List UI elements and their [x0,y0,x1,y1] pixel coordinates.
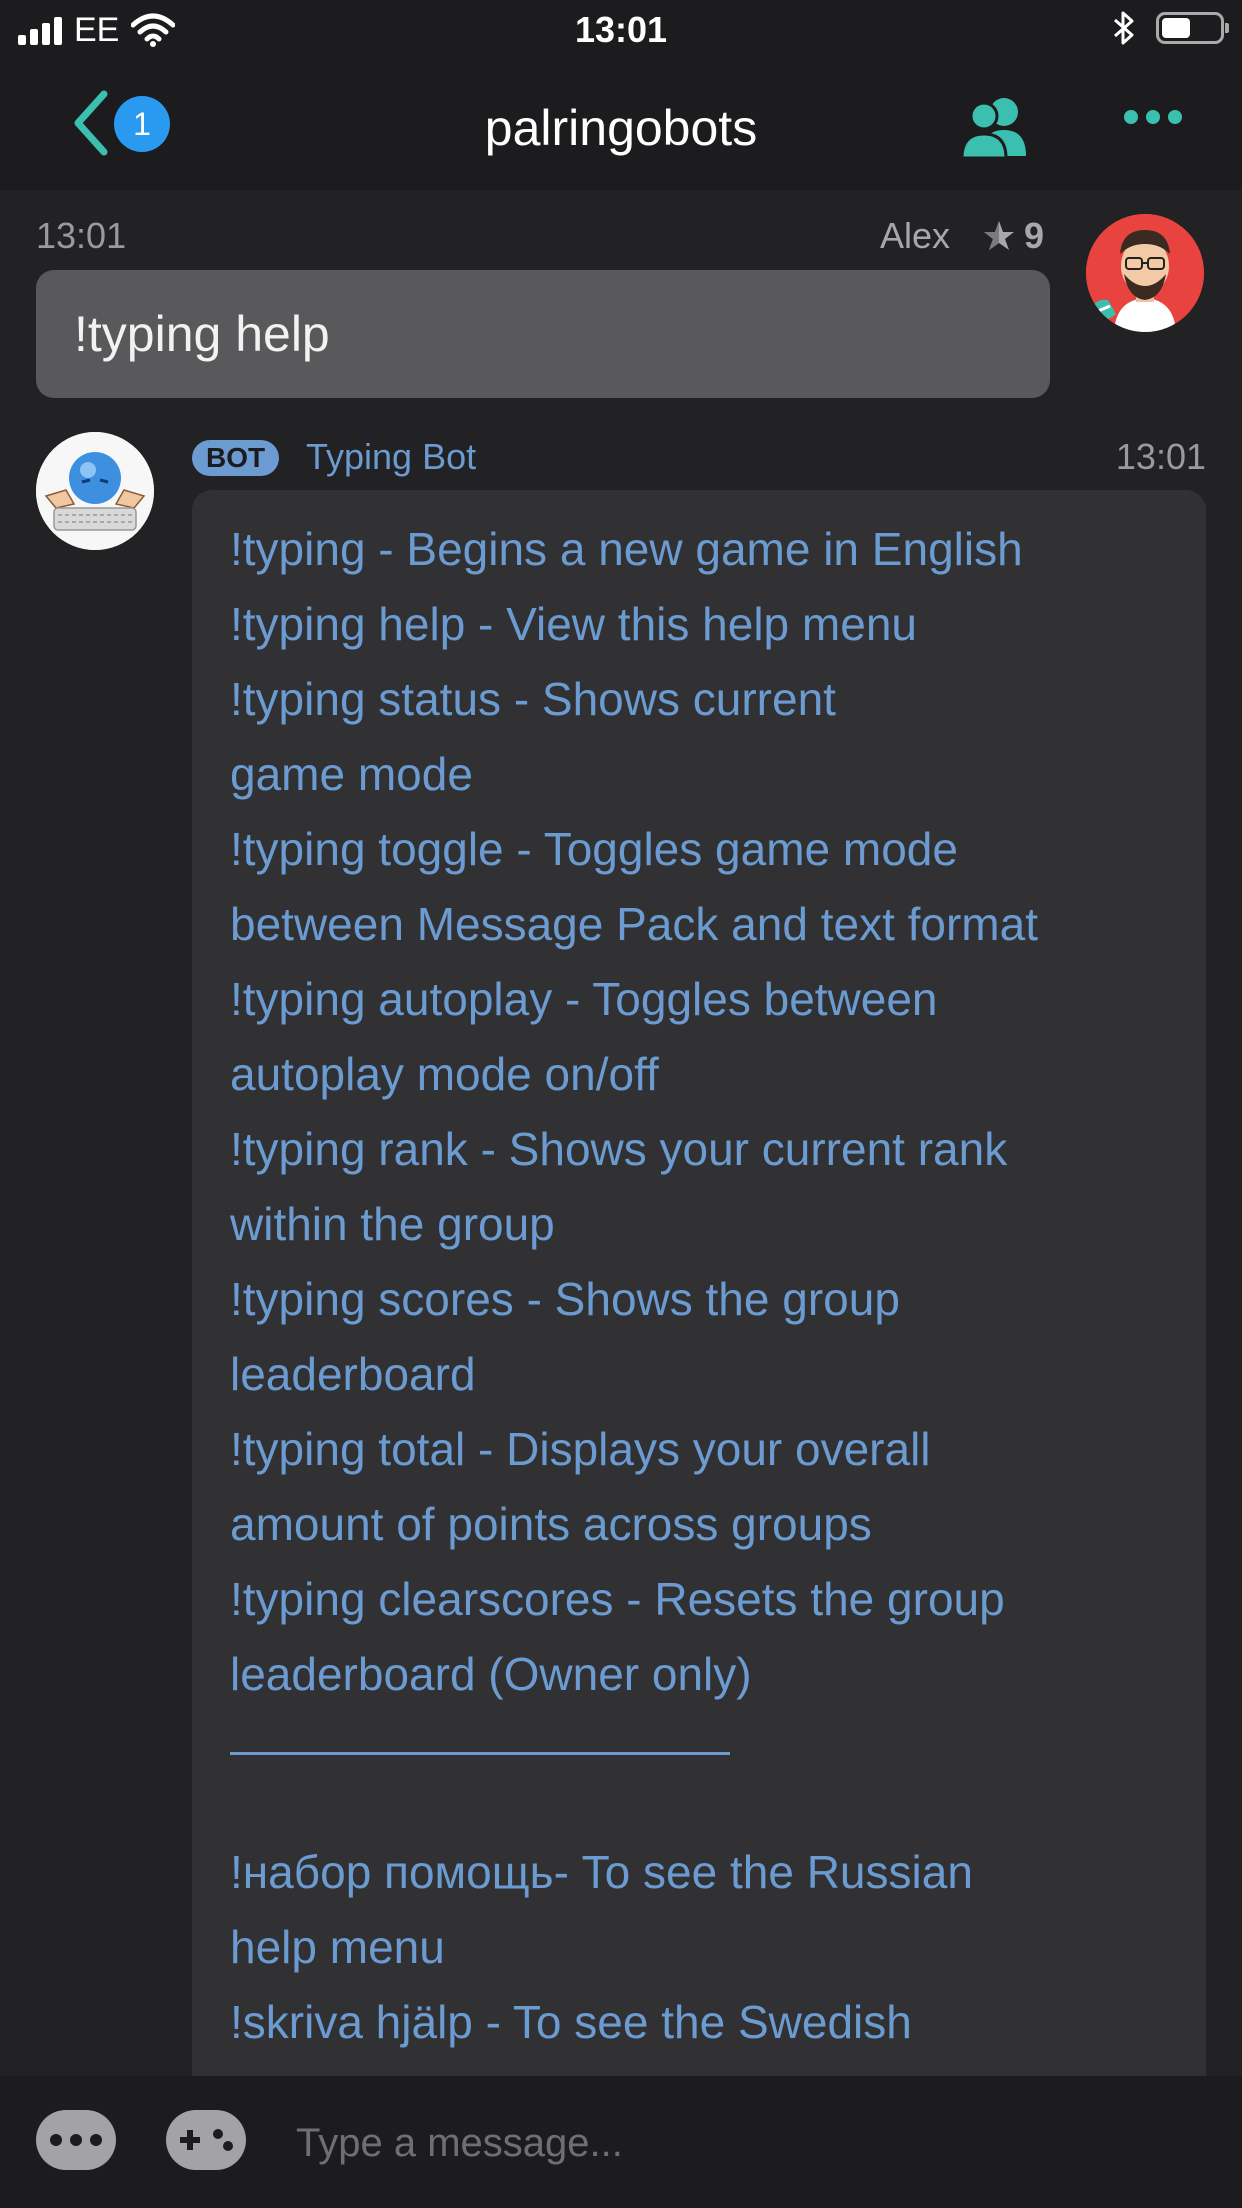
bot-message-line: !typing help - View this help menu [230,598,917,650]
user-message-text: !typing help [74,306,330,362]
bot-message-line: amount of points across groups [230,1498,872,1550]
bot-message-line: autoplay mode on/off [230,1048,659,1100]
bot-message-line: !typing clearscores - Resets the group [230,1573,1005,1625]
divider-line [230,1752,730,1755]
star-icon [984,221,1014,250]
user-message-time: 13:01 [36,215,127,256]
bot-message-line: !typing total - Displays your overall [230,1423,931,1475]
message-list[interactable]: 13:01 Alex 9 !typing help BOT Typing Bot… [0,190,1242,2076]
bot-message-line: between Message Pack and text format [230,898,1038,950]
bot-message-time: 13:01 [1115,436,1206,477]
bot-message-line: !skriva hjälp - To see the Swedish [230,1996,912,2048]
bot-message-line: !typing autoplay - Toggles between [230,973,938,1025]
more-icon [50,2134,62,2146]
battery-icon [1156,12,1229,44]
bot-message-line: game mode [230,748,473,800]
games-button[interactable] [166,2110,246,2170]
bot-message-line: leaderboard [230,1348,476,1400]
more-icon [1124,110,1138,124]
input-bar [0,2076,1242,2208]
user-message-bubble[interactable]: !typing help [36,270,1050,398]
bot-message-line: !typing rank - Shows your current rank [230,1123,1008,1175]
status-right [1112,10,1229,46]
page-title: palringobots [484,100,758,156]
bot-message-sender[interactable]: Typing Bot [306,434,476,480]
user-avatar-image [1086,214,1204,332]
bot-badge: BOT [192,440,280,476]
chat-screen: EE 13:01 1 palringobots 13:01 Alex 9 !ty… [0,0,1242,2208]
bot-message-line: leaderboard (Owner only) [230,1648,752,1700]
more-button[interactable] [1124,110,1182,124]
bot-avatar[interactable] [36,432,154,550]
bot-message-line: !набор помощь- To see the Russian [230,1846,973,1898]
gamepad-icon [180,2129,233,2151]
bluetooth-icon [1114,11,1134,45]
nav-bar: 1 palringobots [0,60,1242,190]
members-icon [960,98,1026,160]
reputation: 9 [982,214,1044,258]
bot-message-line: !typing - Begins a new game in English [230,523,1023,575]
bot-avatar-image [36,432,154,550]
message-input[interactable] [294,2112,1198,2174]
reputation-value: 9 [1024,215,1045,256]
bot-message-body-after-rule: !набор помощь- To see the Russian help me… [230,1835,1176,2060]
user-message-sender[interactable]: Alex [880,214,950,258]
bot-message-line: !typing toggle - Toggles game mode [230,823,958,875]
bot-message-line: help menu [230,1921,445,1973]
members-button[interactable] [960,94,1030,165]
bot-message-bubble[interactable]: !typing - Begins a new game in English !t… [192,490,1206,2076]
bot-message-line: within the group [230,1198,555,1250]
status-time: 13:01 [574,9,668,50]
avatar[interactable] [1086,214,1204,332]
bot-message-line: !typing scores - Shows the group [230,1273,900,1325]
bot-message-body: !typing - Begins a new game in English !t… [230,512,1176,1712]
bot-message-line: !typing status - Shows current [230,673,836,725]
attachments-button[interactable] [36,2110,116,2170]
status-bar: EE 13:01 [0,0,1242,60]
